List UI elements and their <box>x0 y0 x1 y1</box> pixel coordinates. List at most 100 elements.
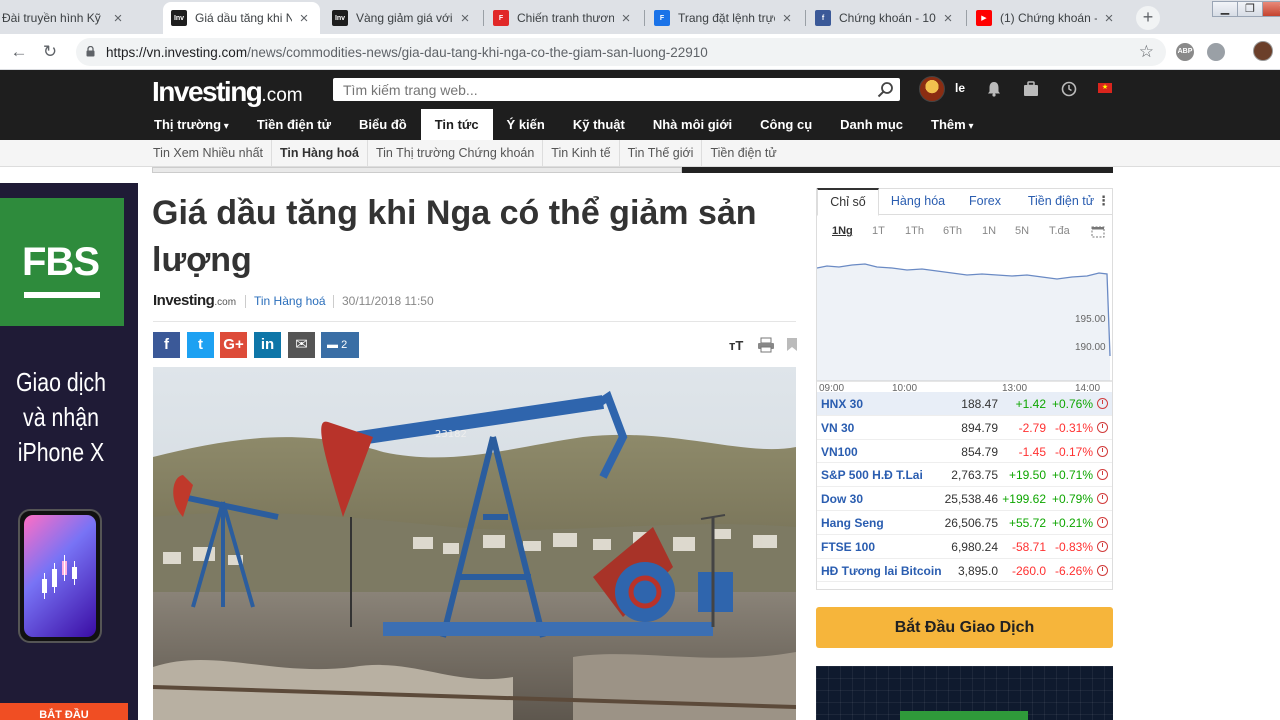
main-nav-item[interactable]: Công cụ <box>746 109 826 140</box>
quote-change: +1.42 <box>1015 397 1046 411</box>
browser-tab[interactable]: F Chiến tranh thương × <box>485 2 642 34</box>
sub-nav-item[interactable]: Tin Kinh tế <box>543 140 620 166</box>
tab-close-icon[interactable]: × <box>618 10 634 27</box>
tab-close-icon[interactable]: × <box>110 10 126 27</box>
quote-name[interactable]: S&P 500 H.Đ T.Lai <box>821 468 923 482</box>
quote-row[interactable]: FTSE 100 6,980.24 -58.71 -0.83% <box>817 535 1112 559</box>
start-trading-button[interactable]: Bắt Đầu Giao Dịch <box>816 607 1113 648</box>
tab-title: Vàng giảm giá với <box>356 11 453 25</box>
window-close-button[interactable]: ✕ <box>1262 1 1280 17</box>
main-nav-item[interactable]: Thêm ▾ <box>917 109 987 140</box>
quote-row[interactable]: Hang Seng 26,506.75 +55.72 +0.21% <box>817 511 1112 535</box>
sub-nav-item[interactable]: Tin Xem Nhiều nhất <box>145 140 273 166</box>
main-nav-item[interactable]: Thị trường ▾ <box>140 109 243 140</box>
widget-tab[interactable]: Forex <box>957 189 1013 215</box>
quote-row[interactable]: VN 30 894.79 -2.79 -0.31% <box>817 416 1112 440</box>
quote-row[interactable]: HNX 30 188.47 +1.42 +0.76% <box>817 392 1112 416</box>
quote-name[interactable]: VN100 <box>821 445 858 459</box>
user-avatar[interactable] <box>919 76 945 102</box>
new-tab-button[interactable]: + <box>1136 6 1160 30</box>
tab-close-icon[interactable]: × <box>296 10 312 27</box>
search-icon[interactable] <box>877 81 894 98</box>
sub-nav-item[interactable]: Tin Hàng hoá <box>272 140 368 166</box>
browser-tab[interactable]: Đài truyền hình Kỹ × <box>0 2 134 34</box>
quote-name[interactable]: Dow 30 <box>821 492 863 506</box>
main-nav-item[interactable]: Biểu đồ <box>345 109 421 140</box>
facebook-share-icon[interactable]: f <box>153 332 180 358</box>
bookmark-icon[interactable] <box>787 338 797 351</box>
quote-row[interactable]: HĐ Tương lai Bitcoin 3,895.0 -260.0 -6.26% <box>817 559 1112 583</box>
quote-name[interactable]: VN 30 <box>821 421 854 435</box>
email-share-icon[interactable]: ✉ <box>288 332 315 358</box>
bell-icon[interactable] <box>984 79 1004 99</box>
quote-name[interactable]: HĐ Tương lai Bitcoin <box>821 564 942 578</box>
adblock-extension-icon[interactable]: ABP <box>1176 43 1194 61</box>
browser-tab[interactable]: Inv Vàng giảm giá với × <box>324 2 481 34</box>
article-date: 30/11/2018 11:50 <box>342 294 434 308</box>
quote-last: 854.79 <box>961 444 998 459</box>
back-icon[interactable]: ← <box>6 39 32 65</box>
site-search-input[interactable] <box>333 78 853 101</box>
restore-button[interactable]: ❐ <box>1237 1 1263 17</box>
investing-logo[interactable]: Investing.com <box>152 76 303 108</box>
linkedin-share-icon[interactable]: in <box>254 332 281 358</box>
chart-y-tick: 195.00 <box>1075 314 1106 325</box>
reload-icon[interactable]: ↻ <box>37 39 63 65</box>
sub-nav-item[interactable]: Tiền điện tử <box>702 140 784 166</box>
vietnam-flag-icon[interactable]: ★ <box>1098 83 1112 93</box>
chart-period-option[interactable]: 1Th <box>905 225 924 237</box>
main-nav-item[interactable]: Ý kiến <box>493 109 559 140</box>
more-vert-icon[interactable]: ⋮ <box>1097 193 1110 209</box>
fbs-side-ad[interactable]: FBS Giao dịch và nhận iPhone X BẮT ĐẦU <box>0 183 138 720</box>
shield-extension-icon[interactable] <box>1207 43 1225 61</box>
print-icon[interactable] <box>757 337 775 353</box>
browser-tab[interactable]: ▶ (1) Chứng khoán - × <box>968 2 1125 34</box>
ad-cta-button[interactable]: BẮT ĐẦU <box>0 703 128 720</box>
minimize-button[interactable]: ▁ <box>1212 1 1238 17</box>
quote-name[interactable]: Hang Seng <box>821 516 884 530</box>
clock-icon[interactable] <box>1059 79 1079 99</box>
browser-tab[interactable]: Inv Giá dầu tăng khi Nga × <box>163 2 320 34</box>
font-size-icon[interactable]: тT <box>729 338 743 353</box>
chart-period-option[interactable]: 1Ng <box>832 225 853 237</box>
google-plus-share-icon[interactable]: G+ <box>220 332 247 358</box>
widget-tab[interactable]: Hàng hóa <box>881 189 955 215</box>
main-nav-item[interactable]: Kỹ thuật <box>559 109 639 140</box>
sub-nav-item[interactable]: Tin Thế giới <box>620 140 703 166</box>
address-bar[interactable]: https://vn.investing.com/news/commoditie… <box>76 38 1166 66</box>
tab-close-icon[interactable]: × <box>457 10 473 27</box>
widget-tab[interactable]: Chỉ số <box>817 188 879 216</box>
chart-period-option[interactable]: T.đa <box>1049 225 1070 237</box>
quote-row[interactable]: Dow 30 25,538.46 +199.62 +0.79% <box>817 487 1112 511</box>
browser-tab[interactable]: F Trang đặt lệnh trực × <box>646 2 803 34</box>
right-ad-banner[interactable] <box>816 666 1113 720</box>
fullscreen-icon[interactable] <box>1091 226 1105 238</box>
main-nav-item[interactable]: Danh mục <box>826 109 917 140</box>
main-nav-label: Tin tức <box>434 117 479 132</box>
chart-period-option[interactable]: 1T <box>872 225 885 237</box>
sub-nav-item[interactable]: Tin Thị trường Chứng khoán <box>368 140 544 166</box>
twitter-share-icon[interactable]: t <box>187 332 214 358</box>
widget-tab[interactable]: Tiền điện tử <box>1015 189 1107 215</box>
quote-row[interactable]: VN100 854.79 -1.45 -0.17% <box>817 440 1112 464</box>
quote-row[interactable]: S&P 500 H.Đ T.Lai 2,763.75 +19.50 +0.71% <box>817 463 1112 488</box>
chart-period-option[interactable]: 5N <box>1015 225 1029 237</box>
article-category-link[interactable]: Tin Hàng hoá <box>254 294 326 308</box>
main-nav-item[interactable]: Nhà môi giới <box>639 109 746 140</box>
briefcase-icon[interactable] <box>1021 79 1041 99</box>
quote-name[interactable]: FTSE 100 <box>821 540 875 554</box>
tab-close-icon[interactable]: × <box>779 10 795 27</box>
site-search-box[interactable] <box>333 78 900 101</box>
quote-name[interactable]: HNX 30 <box>821 397 863 411</box>
tab-close-icon[interactable]: × <box>940 10 956 27</box>
user-name[interactable]: le <box>955 81 965 95</box>
main-nav-item[interactable]: Tin tức <box>420 109 493 140</box>
comments-button[interactable]: ▬ 2 <box>321 332 359 358</box>
chart-period-option[interactable]: 6Th <box>943 225 962 237</box>
bookmark-star-icon[interactable]: ☆ <box>1139 42 1154 62</box>
main-nav-item[interactable]: Tiền điện tử <box>243 109 345 140</box>
browser-tab[interactable]: f Chứng khoán - 100 × <box>807 2 964 34</box>
tab-close-icon[interactable]: × <box>1101 10 1117 27</box>
profile-avatar[interactable] <box>1253 41 1273 61</box>
chart-period-option[interactable]: 1N <box>982 225 996 237</box>
